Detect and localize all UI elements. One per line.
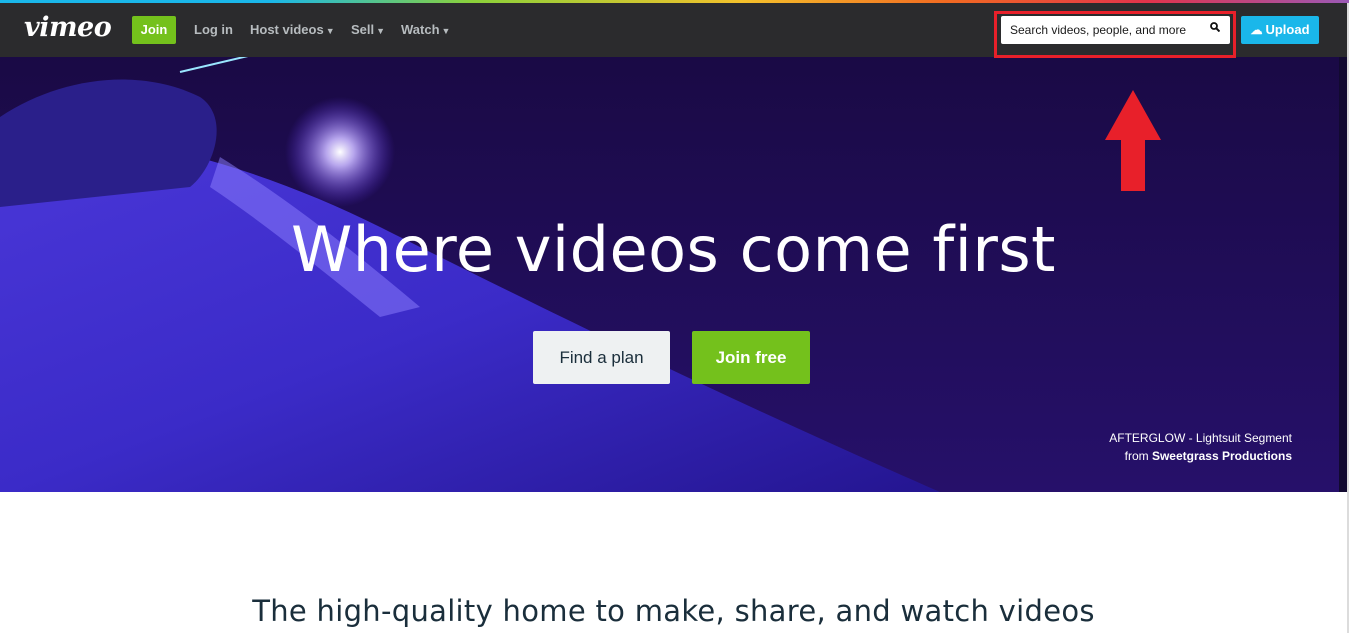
hero-title: Where videos come first — [290, 213, 1056, 286]
credit-title[interactable]: AFTERGLOW - Lightsuit Segment — [1109, 429, 1292, 447]
chevron-down-icon: ▼ — [441, 26, 451, 36]
video-credit: AFTERGLOW - Lightsuit Segment from Sweet… — [1109, 429, 1292, 465]
sell-label: Sell — [351, 22, 375, 37]
login-link[interactable]: Log in — [194, 22, 233, 37]
find-plan-button[interactable]: Find a plan — [533, 331, 670, 384]
credit-from: from — [1124, 449, 1149, 463]
sell-menu[interactable]: Sell ▼ — [351, 22, 385, 37]
annotation-arrow-up-icon — [1105, 90, 1161, 191]
host-videos-label: Host videos — [250, 22, 324, 37]
upload-button[interactable]: ☁ Upload — [1241, 16, 1319, 44]
chevron-down-icon: ▼ — [376, 26, 386, 36]
watch-menu[interactable]: Watch ▼ — [401, 22, 450, 37]
cloud-upload-icon: ☁ — [1250, 23, 1263, 37]
upload-label: Upload — [1265, 22, 1310, 37]
chevron-down-icon: ▼ — [325, 26, 335, 36]
watch-label: Watch — [401, 22, 440, 37]
host-videos-menu[interactable]: Host videos ▼ — [250, 22, 335, 37]
vimeo-logo[interactable]: vimeo — [24, 12, 112, 43]
annotation-highlight-box — [994, 11, 1236, 58]
section-heading: The high-quality home to make, share, an… — [252, 594, 1095, 628]
login-label: Log in — [194, 22, 233, 37]
join-button[interactable]: Join — [132, 16, 176, 44]
join-free-button[interactable]: Join free — [692, 331, 810, 384]
credit-producer-link[interactable]: Sweetgrass Productions — [1152, 449, 1292, 463]
